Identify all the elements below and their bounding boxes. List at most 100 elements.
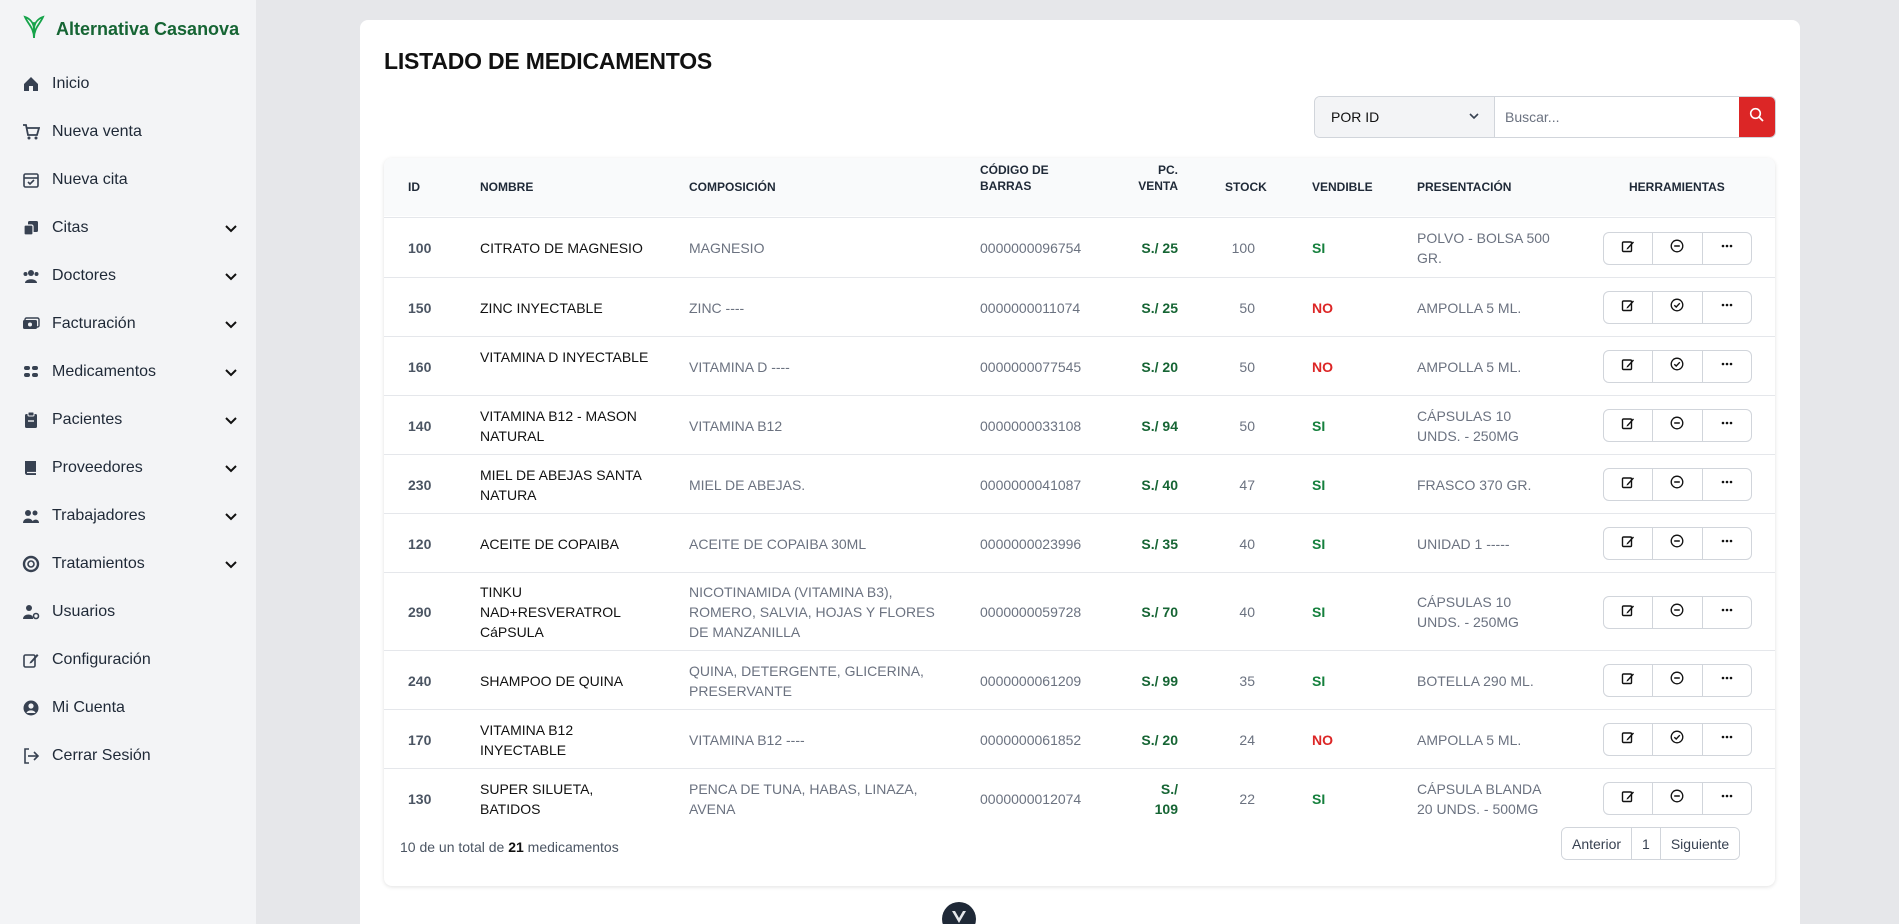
- row-tools: [1603, 596, 1752, 629]
- header-codigo-line2: BARRAS: [980, 179, 1032, 193]
- more-button[interactable]: [1703, 233, 1751, 264]
- edit-button[interactable]: [1604, 783, 1654, 814]
- copy-icon: [22, 219, 40, 237]
- prev-page-button[interactable]: Anterior: [1562, 828, 1633, 859]
- sidebar-item-label: Proveedores: [52, 459, 143, 476]
- sidebar-item-configuracion[interactable]: Configuración: [0, 636, 256, 684]
- edit-icon: [1621, 357, 1635, 376]
- cell-stock: 47: [1239, 477, 1255, 493]
- cell-composicion: VITAMINA B12 ----: [689, 732, 805, 748]
- leaf-logo-icon: [22, 14, 46, 45]
- minus-circle-icon: [1670, 789, 1684, 808]
- more-button[interactable]: [1703, 292, 1751, 323]
- cell-id: 230: [408, 477, 432, 493]
- sidebar-item-inicio[interactable]: Inicio: [0, 60, 256, 108]
- cell-id: 100: [408, 240, 432, 256]
- cell-id: 140: [408, 418, 432, 434]
- cell-precio: S./ 109: [1154, 781, 1178, 817]
- table-row: 150 ZINC INYECTABLE ZINC ---- 0000000011074…: [384, 277, 1775, 336]
- cell-codigo: 0000000012074: [980, 791, 1082, 807]
- sidebar-item-label: Inicio: [52, 75, 90, 92]
- cell-vendible: SI: [1312, 536, 1326, 552]
- enable-button[interactable]: [1653, 351, 1703, 382]
- main-card: LISTADO DE MEDICAMENTOS POR ID ID NOMBRE…: [360, 20, 1800, 924]
- page-1-button[interactable]: 1: [1632, 828, 1661, 859]
- enable-button[interactable]: [1653, 292, 1703, 323]
- header-codigo: CÓDIGO DE BARRAS: [980, 162, 1049, 194]
- more-button[interactable]: [1703, 783, 1751, 814]
- check-circle-icon: [1670, 357, 1684, 376]
- more-button[interactable]: [1703, 665, 1751, 696]
- sidebar-item-facturacion[interactable]: Facturación: [0, 300, 256, 348]
- ellipsis-icon: [1720, 475, 1734, 494]
- edit-button[interactable]: [1604, 528, 1654, 559]
- sidebar-item-medicamentos[interactable]: Medicamentos: [0, 348, 256, 396]
- cell-nombre: ACEITE DE COPAIBA: [480, 536, 619, 552]
- sidebar-item-label: Pacientes: [52, 411, 123, 428]
- pagination-total: 21: [508, 839, 524, 855]
- check-circle-icon: [1670, 730, 1684, 749]
- edit-button[interactable]: [1604, 597, 1654, 628]
- sidebar-item-nueva-cita[interactable]: Nueva cita: [0, 156, 256, 204]
- sidebar-item-tratamientos[interactable]: Tratamientos: [0, 540, 256, 588]
- sidebar-item-nueva-venta[interactable]: Nueva venta: [0, 108, 256, 156]
- cell-codigo: 0000000077545: [980, 359, 1082, 375]
- sidebar-item-trabajadores[interactable]: Trabajadores: [0, 492, 256, 540]
- disable-button[interactable]: [1653, 469, 1703, 500]
- cell-nombre: MIEL DE ABEJAS SANTA NATURA: [480, 467, 642, 503]
- disable-button[interactable]: [1653, 665, 1703, 696]
- cart-icon: [22, 123, 40, 141]
- disable-button[interactable]: [1653, 597, 1703, 628]
- cell-composicion: ACEITE DE COPAIBA 30ML: [689, 536, 867, 552]
- enable-button[interactable]: [1653, 724, 1703, 755]
- sidebar-item-label: Configuración: [52, 651, 151, 668]
- cell-presentacion: CÁPSULA BLANDA 20 UNDS. - 500MG: [1417, 781, 1541, 817]
- edit-button[interactable]: [1604, 410, 1654, 441]
- header-composicion: COMPOSICIÓN: [689, 180, 776, 194]
- edit-button[interactable]: [1604, 292, 1654, 323]
- search-button[interactable]: [1739, 97, 1775, 137]
- more-button[interactable]: [1703, 528, 1751, 559]
- sidebar-item-citas[interactable]: Citas: [0, 204, 256, 252]
- edit-button[interactable]: [1604, 469, 1654, 500]
- header-vendible: VENDIBLE: [1312, 180, 1373, 194]
- chevron-down-icon: [224, 413, 238, 427]
- sidebar-item-cerrar-sesion[interactable]: Cerrar Sesión: [0, 732, 256, 780]
- home-icon: [22, 75, 40, 93]
- sidebar-item-pacientes[interactable]: Pacientes: [0, 396, 256, 444]
- edit-button[interactable]: [1604, 665, 1654, 696]
- search-bar: POR ID: [1314, 96, 1776, 138]
- sidebar-item-doctores[interactable]: Doctores: [0, 252, 256, 300]
- more-button[interactable]: [1703, 597, 1751, 628]
- edit-button[interactable]: [1604, 351, 1654, 382]
- sidebar-item-mi-cuenta[interactable]: Mi Cuenta: [0, 684, 256, 732]
- cell-precio: S./ 20: [1141, 359, 1178, 375]
- more-button[interactable]: [1703, 469, 1751, 500]
- cell-precio: S./ 70: [1141, 604, 1178, 620]
- sidebar-item-label: Mi Cuenta: [52, 699, 125, 716]
- ellipsis-icon: [1720, 416, 1734, 435]
- sidebar-item-usuarios[interactable]: Usuarios: [0, 588, 256, 636]
- cell-stock: 50: [1239, 418, 1255, 434]
- more-button[interactable]: [1703, 724, 1751, 755]
- sidebar-item-label: Nueva cita: [52, 171, 128, 188]
- disable-button[interactable]: [1653, 528, 1703, 559]
- disable-button[interactable]: [1653, 410, 1703, 441]
- next-page-button[interactable]: Siguiente: [1660, 828, 1740, 859]
- edit-button[interactable]: [1604, 233, 1654, 264]
- cell-id: 160: [408, 359, 432, 375]
- edit-button[interactable]: [1604, 724, 1654, 755]
- table-row: 100 CITRATO DE MAGNESIO MAGNESIO 0000000096…: [384, 217, 1775, 277]
- sidebar-item-proveedores[interactable]: Proveedores: [0, 444, 256, 492]
- row-tools: [1603, 409, 1752, 442]
- brand[interactable]: Alternativa Casanova: [22, 14, 239, 44]
- disable-button[interactable]: [1653, 233, 1703, 264]
- more-button[interactable]: [1703, 351, 1751, 382]
- cell-stock: 40: [1239, 604, 1255, 620]
- search-input[interactable]: [1495, 97, 1739, 137]
- more-button[interactable]: [1703, 410, 1751, 441]
- edit-icon: [1621, 534, 1635, 553]
- disable-button[interactable]: [1653, 783, 1703, 814]
- search-filter-select[interactable]: POR ID: [1315, 97, 1495, 137]
- cell-presentacion: AMPOLLA 5 ML.: [1417, 359, 1522, 375]
